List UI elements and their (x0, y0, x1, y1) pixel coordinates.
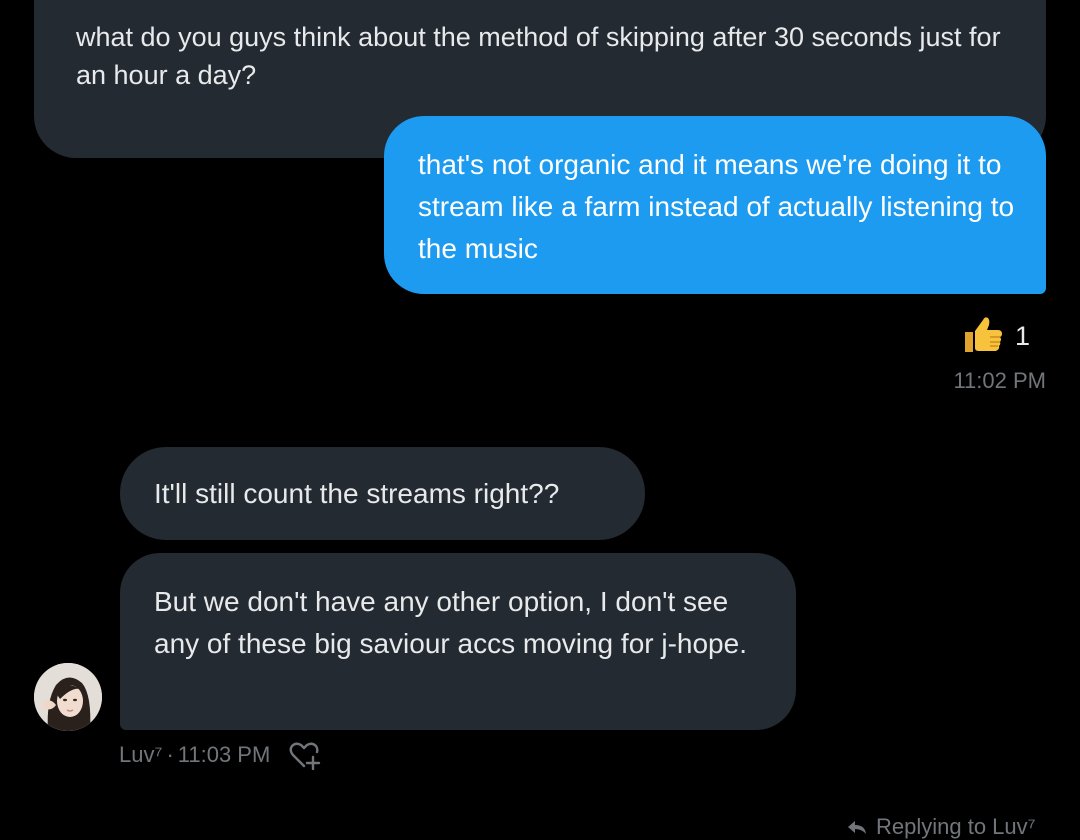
avatar-photo (34, 663, 102, 731)
message-text: But we don't have any other option, I do… (154, 586, 747, 659)
message-reaction[interactable]: 1 (961, 312, 1030, 361)
add-reaction-button[interactable] (288, 740, 322, 770)
message-bubble-incoming[interactable]: But we don't have any other option, I do… (120, 553, 796, 730)
meta-separator: · (166, 742, 174, 767)
sender-name[interactable]: Luv⁷ (119, 742, 162, 768)
reply-hint[interactable]: Replying to Luv⁷ (846, 814, 1036, 840)
avatar[interactable] (34, 663, 102, 731)
message-text: that's not organic and it means we're do… (418, 149, 1015, 264)
message-text: It'll still count the streams right?? (154, 478, 560, 509)
message-bubble-incoming[interactable]: It'll still count the streams right?? (120, 447, 645, 540)
reaction-count: 1 (1014, 321, 1030, 351)
message-timestamp: 11:02 PM (953, 368, 1046, 393)
message-timestamp: 11:03 PM (177, 742, 271, 767)
message-meta: Luv⁷ · 11:03 PM (119, 740, 322, 770)
heart-plus-icon (289, 742, 321, 770)
reply-hint-text: Replying to Luv⁷ (876, 814, 1036, 839)
thumbs-up-icon (961, 312, 1005, 361)
reply-arrow-icon (848, 821, 866, 834)
message-text: what do you guys think about the method … (76, 22, 1001, 90)
message-bubble-outgoing[interactable]: that's not organic and it means we're do… (384, 116, 1046, 294)
